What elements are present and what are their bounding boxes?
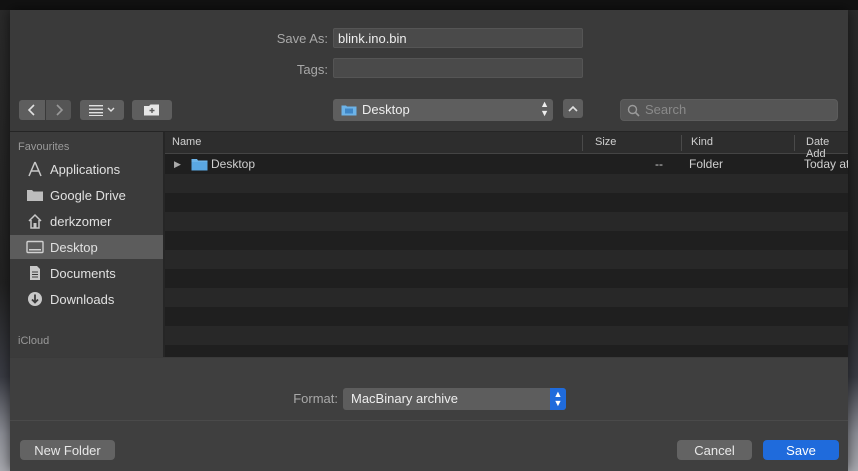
- sidebar-header-icloud: iCloud: [18, 335, 50, 347]
- row-name: Desktop: [211, 157, 256, 171]
- chevron-left-icon: [27, 104, 35, 116]
- empty-row: [165, 307, 848, 326]
- sidebar-item-label: Desktop: [50, 239, 98, 255]
- updown-chevron-icon: ▲ ▼: [550, 388, 566, 410]
- sidebar: Favourites Applications Google Drive der…: [10, 132, 163, 357]
- tags-label: Tags:: [296, 62, 328, 77]
- list-header: Name Size Kind Date Add: [165, 132, 848, 160]
- new-folder-toolbar-button[interactable]: [132, 100, 172, 120]
- column-separator[interactable]: [794, 135, 795, 151]
- applications-icon: [26, 161, 44, 177]
- sidebar-item-label: derkzomer: [50, 213, 112, 229]
- column-header-kind[interactable]: Kind: [691, 136, 713, 148]
- tags-input[interactable]: [333, 58, 583, 78]
- empty-row: [165, 231, 848, 250]
- sidebar-item-label: Documents: [50, 265, 116, 281]
- folder-icon: [191, 159, 208, 171]
- sidebar-item-home[interactable]: derkzomer: [10, 209, 163, 233]
- sidebar-item-label: Downloads: [50, 291, 115, 307]
- forward-button[interactable]: [46, 100, 71, 120]
- sidebar-item-downloads[interactable]: Downloads: [10, 287, 163, 311]
- options-area: Format: MacBinary archive ▲ ▼ New Folder …: [10, 358, 848, 471]
- empty-row: [165, 250, 848, 269]
- location-label: Desktop: [362, 102, 410, 117]
- sidebar-item-documents[interactable]: Documents: [10, 261, 163, 285]
- save-as-label: Save As:: [276, 31, 328, 46]
- row-size: --: [655, 157, 663, 171]
- column-separator[interactable]: [582, 135, 583, 151]
- options-divider: [10, 420, 848, 421]
- empty-row: [165, 269, 848, 288]
- sidebar-item-label: Applications: [50, 161, 121, 177]
- documents-icon: [26, 265, 44, 281]
- collapse-button[interactable]: [563, 99, 583, 118]
- sidebar-item-desktop[interactable]: Desktop: [10, 235, 163, 259]
- new-folder-icon: [144, 104, 159, 116]
- chevron-right-icon: [55, 104, 63, 116]
- view-options-button[interactable]: [80, 100, 124, 120]
- sidebar-item-google-drive[interactable]: Google Drive: [10, 183, 163, 207]
- search-icon: [627, 104, 640, 117]
- column-separator[interactable]: [681, 135, 682, 151]
- empty-row: [165, 193, 848, 212]
- empty-row: [165, 345, 848, 357]
- search-input[interactable]: Search: [620, 99, 838, 121]
- save-dialog: Save As: blink.ino.bin Tags: Desktop ▲▼: [10, 10, 848, 471]
- desktop-folder-icon: [341, 105, 357, 116]
- folder-icon: [26, 187, 44, 203]
- desktop-icon: [26, 239, 44, 255]
- sidebar-header-favourites: Favourites: [18, 141, 70, 153]
- location-popup[interactable]: Desktop ▲ ▼: [333, 99, 553, 121]
- column-header-name[interactable]: Name: [172, 136, 201, 148]
- back-button[interactable]: [19, 100, 45, 120]
- format-popup[interactable]: MacBinary archive ▲ ▼: [343, 388, 566, 410]
- cancel-button[interactable]: Cancel: [677, 440, 752, 460]
- home-icon: [26, 213, 44, 229]
- sidebar-item-label: Google Drive: [50, 187, 126, 203]
- empty-row: [165, 288, 848, 307]
- column-header-size[interactable]: Size: [595, 136, 616, 148]
- downloads-icon: [26, 291, 44, 307]
- row-date: Today at: [804, 157, 848, 171]
- empty-row: [165, 212, 848, 231]
- save-button[interactable]: Save: [763, 440, 839, 460]
- format-label: Format:: [293, 391, 338, 406]
- save-as-input[interactable]: blink.ino.bin: [333, 28, 583, 48]
- row-kind: Folder: [689, 157, 724, 171]
- list-view-icon: [89, 105, 115, 116]
- file-list: Name Size Kind Date Add ▶ Desktop -- Fol…: [165, 132, 848, 357]
- empty-row: [165, 326, 848, 345]
- new-folder-button[interactable]: New Folder: [20, 440, 115, 460]
- sidebar-item-applications[interactable]: Applications: [10, 157, 163, 181]
- table-row[interactable]: ▶ Desktop -- Folder Today at: [165, 155, 848, 174]
- empty-row: [165, 174, 848, 193]
- window-top-strip: [0, 0, 858, 10]
- updown-chevron-icon: ▲ ▼: [540, 99, 549, 118]
- chevron-up-icon: [568, 105, 578, 112]
- format-value: MacBinary archive: [351, 391, 458, 406]
- disclosure-triangle-icon[interactable]: ▶: [174, 159, 181, 170]
